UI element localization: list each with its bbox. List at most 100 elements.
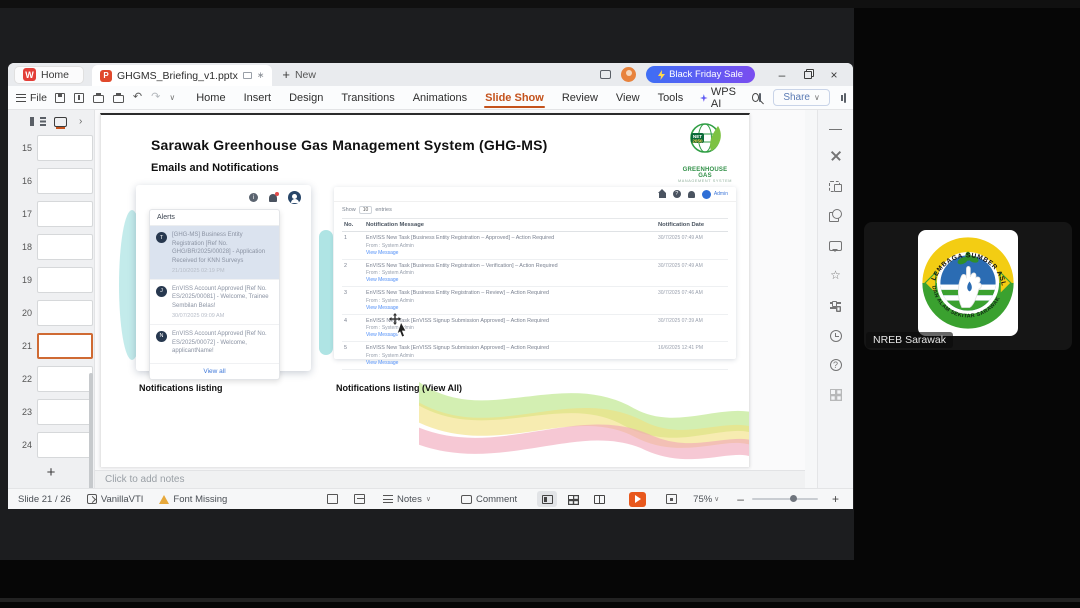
undo-icon[interactable]: ↶ <box>133 92 142 103</box>
slide-thumbnail-row[interactable]: 20 <box>8 296 94 329</box>
account-avatar[interactable] <box>621 67 637 82</box>
redo-icon[interactable]: ↷ <box>151 92 160 103</box>
export-icon[interactable] <box>73 92 84 103</box>
slide-thumbnail <box>37 233 93 260</box>
slide-thumbnail <box>37 299 93 326</box>
add-slide-button[interactable]: + <box>8 464 94 481</box>
meeting-stage: W Home P GHGMS_Briefing_v1.pptx ∗ + New … <box>0 0 1080 608</box>
table-row: 1 EnVISS New Task [Business Entity Regis… <box>342 232 728 260</box>
shapes-icon[interactable] <box>829 209 842 222</box>
slide-thumbnail-row[interactable]: 23 <box>8 395 94 428</box>
zoom-slider[interactable] <box>751 495 818 503</box>
notifications-table: No. Notification Message Notification Da… <box>342 218 728 370</box>
notification-sender: From : System Admin <box>366 270 414 277</box>
wps-ai-menu[interactable]: WPS AI <box>692 86 748 110</box>
page-setup-icon[interactable] <box>327 494 339 504</box>
ghg-logo-line1: GREENHOUSE GAS <box>682 167 728 179</box>
notes-toggle[interactable]: Notes ∨ <box>383 494 441 505</box>
slide-number: 16 <box>21 175 32 186</box>
fit-slide-icon[interactable] <box>666 494 678 504</box>
beautify-icon <box>86 494 97 504</box>
close-button[interactable]: × <box>821 66 847 84</box>
menu-item[interactable]: Home <box>187 88 234 107</box>
comment-icon <box>460 494 472 504</box>
menu-item[interactable]: Tools <box>649 88 693 107</box>
thumbnail-scrollbar[interactable] <box>89 373 93 495</box>
notification-sender: From : System Admin <box>366 242 414 249</box>
slide-thumbnail-row[interactable]: 24 <box>8 428 94 461</box>
slide-thumbnail-row[interactable]: 17 <box>8 197 94 230</box>
font-missing-warning[interactable]: Font Missing <box>159 494 227 505</box>
zoom-in-button[interactable]: + <box>832 492 839 506</box>
slide-thumbnail <box>37 431 93 458</box>
print-preview-icon[interactable] <box>112 92 124 103</box>
slide-thumbnail-row[interactable]: 19 <box>8 263 94 296</box>
thumbnail-view-icon[interactable] <box>54 116 67 127</box>
zoom-out-button[interactable]: – <box>737 492 744 506</box>
show-label: Show <box>342 207 356 213</box>
device-sync-icon[interactable] <box>600 70 612 79</box>
zoom-caret-icon[interactable]: ∨ <box>714 495 719 503</box>
menu-item[interactable]: Slide Show <box>476 88 553 108</box>
notification-sender: From : System Admin <box>366 297 414 304</box>
slide-sorter-view-button[interactable] <box>563 491 583 507</box>
menu-item[interactable]: Design <box>280 88 332 107</box>
new-tab-label: New <box>294 68 316 81</box>
theme-indicator[interactable]: VanillaVTI <box>86 494 143 505</box>
comment-button[interactable]: Comment <box>460 494 517 505</box>
zoom-level[interactable]: 75% <box>693 494 712 505</box>
zoom-slider-knob[interactable] <box>789 495 797 503</box>
menu-item[interactable]: Insert <box>235 88 281 107</box>
new-tab-button[interactable]: + New <box>282 67 316 82</box>
history-icon[interactable] <box>829 329 842 342</box>
help-icon[interactable]: ? <box>829 359 842 371</box>
mouse-cursor <box>389 313 413 339</box>
tools-icon[interactable] <box>829 149 842 162</box>
menu-item[interactable]: Transitions <box>332 88 403 107</box>
search-icon[interactable] <box>751 93 760 102</box>
slide-thumbnail-row[interactable]: 22 <box>8 362 94 395</box>
menu-item[interactable]: Review <box>553 88 607 107</box>
save-icon[interactable] <box>54 92 65 103</box>
reading-view-button[interactable] <box>589 491 609 507</box>
share-button[interactable]: Share ∨ <box>773 89 830 106</box>
col-date: Notification Date <box>658 222 705 228</box>
notes-bar[interactable]: Click to add notes <box>95 470 805 488</box>
favorites-icon[interactable]: ☆ <box>829 269 842 282</box>
slide-jump-icon[interactable] <box>354 494 366 504</box>
slide-thumbnail-row[interactable]: 16 <box>8 164 94 197</box>
portal-header-bar: ? Admin <box>334 187 736 202</box>
collapse-sidebar-icon[interactable] <box>829 129 842 132</box>
tab-document[interactable]: P GHGMS_Briefing_v1.pptx ∗ <box>92 65 273 86</box>
slide-thumbnail-row[interactable]: 21 <box>8 329 94 362</box>
file-menu[interactable]: File <box>16 92 47 104</box>
slide-number: 17 <box>21 208 32 219</box>
slideshow-play-button[interactable] <box>629 491 647 507</box>
settings-icon[interactable] <box>829 299 842 312</box>
font-missing-label: Font Missing <box>173 493 228 505</box>
menu-item[interactable]: View <box>607 88 649 107</box>
table-length-control: Show 10 entries <box>334 202 736 216</box>
tab-wps-home[interactable]: W Home <box>14 65 85 84</box>
slide-thumbnail <box>37 266 93 293</box>
promo-button[interactable]: Black Friday Sale <box>646 66 755 83</box>
hamburger-icon <box>16 93 26 102</box>
task-pane-icon[interactable] <box>840 92 846 103</box>
more-commands-icon[interactable]: ∨ <box>169 93 175 102</box>
minimize-button[interactable]: – <box>769 66 795 84</box>
menu-item[interactable]: Animations <box>404 88 476 107</box>
print-icon[interactable] <box>92 92 104 103</box>
comments-pane-icon[interactable] <box>829 239 842 252</box>
normal-view-button[interactable] <box>537 491 558 507</box>
slide-canvas[interactable]: Sarawak Greenhouse Gas Management System… <box>100 113 750 467</box>
slide-thumbnail-row[interactable]: 15 <box>8 131 94 164</box>
slide-thumbnail-row[interactable]: 18 <box>8 230 94 263</box>
participant-video-tile[interactable]: LEMBAGA SUMBER ASLI DAN ALAM SEKITAR SAR… <box>864 222 1072 350</box>
slide-thumbnail-panel: › 15 16 17 18 19 20 21 22 23 24 + <box>8 110 95 495</box>
alert-item: N EnVISS Account Approved [Ref No. ES/20… <box>150 325 279 364</box>
expand-panel-icon[interactable]: › <box>79 116 82 127</box>
outline-view-icon[interactable] <box>30 117 46 126</box>
restore-button[interactable] <box>795 66 821 84</box>
apps-grid-icon[interactable] <box>829 388 842 401</box>
animation-pane-icon[interactable] <box>829 179 842 192</box>
